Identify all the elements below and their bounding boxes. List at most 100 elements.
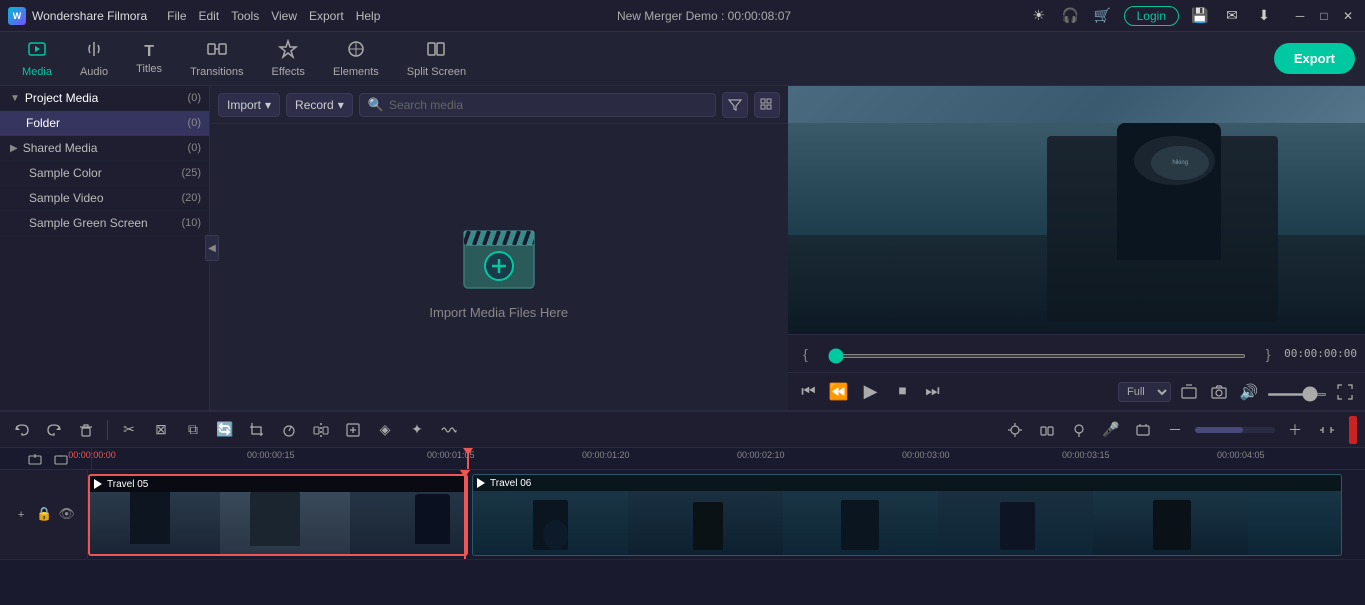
- crop-button[interactable]: [243, 416, 271, 444]
- import-dropdown-icon[interactable]: ▾: [265, 98, 271, 112]
- paste-button[interactable]: ⧉: [179, 416, 207, 444]
- project-media-section[interactable]: ▼ Project Media (0): [0, 86, 209, 111]
- sun-icon[interactable]: ☀: [1028, 5, 1050, 27]
- marker-button[interactable]: [1065, 416, 1093, 444]
- minimize-button[interactable]: ─: [1291, 7, 1309, 25]
- menu-file[interactable]: File: [167, 9, 186, 23]
- folder-item[interactable]: Folder (0): [0, 111, 209, 136]
- clip-label-2: Travel 06: [490, 478, 531, 489]
- fit-timeline-button[interactable]: [1313, 416, 1341, 444]
- add-to-timeline-icon[interactable]: [1177, 380, 1201, 404]
- clip-travel06[interactable]: Travel 06: [472, 474, 1342, 556]
- stop-button[interactable]: ⏹: [890, 379, 916, 405]
- ruler-time-4: 00:00:02:10: [737, 450, 785, 460]
- cart-icon[interactable]: 🛒: [1092, 5, 1114, 27]
- search-input[interactable]: [389, 98, 707, 112]
- download-icon[interactable]: ⬇: [1253, 5, 1275, 27]
- title-bar: W Wondershare Filmora File Edit Tools Vi…: [0, 0, 1365, 32]
- close-button[interactable]: ✕: [1339, 7, 1357, 25]
- edit-toolbar: ✂ ⊠ ⧉ 🔄 ◈ ✦ �: [0, 412, 1365, 448]
- menu-view[interactable]: View: [271, 9, 297, 23]
- playback-slider[interactable]: [828, 347, 1247, 361]
- effect-button[interactable]: ✦: [403, 416, 431, 444]
- skip-to-start-button[interactable]: ⏮: [796, 379, 822, 405]
- zoom-in-button[interactable]: ＋: [1281, 416, 1309, 444]
- ai-tools[interactable]: [1129, 416, 1157, 444]
- menu-export[interactable]: Export: [309, 9, 344, 23]
- menu-edit[interactable]: Edit: [199, 9, 220, 23]
- toolbar-transitions[interactable]: Transitions: [178, 35, 255, 82]
- sample-color-count: (25): [181, 167, 201, 179]
- bracket-close-icon[interactable]: }: [1258, 346, 1278, 362]
- color-button[interactable]: ◈: [371, 416, 399, 444]
- maximize-button[interactable]: □: [1315, 7, 1333, 25]
- transitions-icon: [207, 39, 227, 64]
- clip-travel05[interactable]: Travel 05: [88, 474, 468, 556]
- track-add-button[interactable]: +: [12, 506, 30, 524]
- cut-button[interactable]: ✂: [115, 416, 143, 444]
- splitscreen-label: Split Screen: [407, 66, 466, 78]
- fullscreen-icon[interactable]: [1333, 380, 1357, 404]
- track-content: Travel 05: [88, 470, 1365, 559]
- save-icon[interactable]: 💾: [1189, 5, 1211, 27]
- menu-tools[interactable]: Tools: [231, 9, 259, 23]
- eye-icon[interactable]: 👁: [58, 506, 75, 524]
- zoom-fit-button[interactable]: [339, 416, 367, 444]
- redo-button[interactable]: [40, 416, 68, 444]
- ruler-time-5: 00:00:03:00: [902, 450, 950, 460]
- timeline-ruler: 00:00:00:00 00:00:00:15 00:00:01:05 00:0…: [0, 448, 1365, 470]
- import-media-text: Import Media Files Here: [429, 305, 568, 320]
- audio-edit-button[interactable]: [435, 416, 463, 444]
- step-back-button[interactable]: ⏪: [826, 379, 852, 405]
- toolbar-effects[interactable]: Effects: [260, 35, 317, 82]
- import-button[interactable]: Import ▾: [218, 93, 280, 117]
- login-button[interactable]: Login: [1124, 6, 1179, 26]
- delete-button[interactable]: [72, 416, 100, 444]
- project-media-label: Project Media: [25, 91, 98, 105]
- menu-help[interactable]: Help: [356, 9, 381, 23]
- undo-button[interactable]: [8, 416, 36, 444]
- toolbar-titles[interactable]: T Titles: [124, 39, 174, 79]
- zoom-select[interactable]: Full 50% 25%: [1118, 382, 1171, 402]
- speed-button[interactable]: [275, 416, 303, 444]
- sample-green-section[interactable]: Sample Green Screen (10): [0, 211, 209, 236]
- toolbar-splitscreen[interactable]: Split Screen: [395, 35, 478, 82]
- zoom-out-button[interactable]: －: [1161, 416, 1189, 444]
- bracket-open-icon[interactable]: {: [796, 346, 816, 362]
- collapse-panel-button[interactable]: ◀: [205, 235, 219, 261]
- toolbar-audio[interactable]: Audio: [68, 35, 120, 82]
- volume-slider[interactable]: [1267, 385, 1327, 399]
- grid-view-button[interactable]: [754, 92, 780, 118]
- rotate-button[interactable]: 🔄: [211, 416, 239, 444]
- record-dropdown-icon[interactable]: ▾: [338, 98, 344, 112]
- snap-button[interactable]: [1001, 416, 1029, 444]
- export-button[interactable]: Export: [1274, 43, 1355, 74]
- playback-controls: ⏮ ⏪ ▶ ⏹ ⏭ Full 50% 25% 🔊: [788, 372, 1365, 410]
- transitions-label: Transitions: [190, 66, 243, 78]
- toolbar-elements[interactable]: Elements: [321, 35, 391, 82]
- play-button[interactable]: ▶: [856, 377, 886, 407]
- record-button[interactable]: Record ▾: [286, 93, 353, 117]
- import-label: Import: [227, 98, 261, 112]
- notification-icon[interactable]: ✉: [1221, 5, 1243, 27]
- volume-icon[interactable]: 🔊: [1237, 380, 1261, 404]
- zoom-timeline-slider[interactable]: [1195, 427, 1275, 433]
- snapshot-icon[interactable]: [1207, 380, 1231, 404]
- add-track-button[interactable]: [24, 448, 46, 470]
- sample-color-label: Sample Color: [29, 166, 102, 180]
- lock-icon[interactable]: 🔒: [36, 506, 52, 524]
- headphone-icon[interactable]: 🎧: [1060, 5, 1082, 27]
- voice-button[interactable]: 🎤: [1097, 416, 1125, 444]
- clapper-icon: [454, 215, 544, 295]
- filter-button[interactable]: [722, 92, 748, 118]
- sample-color-section[interactable]: Sample Color (25): [0, 161, 209, 186]
- media-drop-area[interactable]: Import Media Files Here: [210, 124, 788, 410]
- toolbar-media[interactable]: Media: [10, 35, 64, 82]
- shared-media-section[interactable]: ▶ Shared Media (0): [0, 136, 209, 161]
- ripple-button[interactable]: [1033, 416, 1061, 444]
- copy-button[interactable]: ⊠: [147, 416, 175, 444]
- split-button[interactable]: [307, 416, 335, 444]
- skip-forward-button[interactable]: ⏭: [920, 379, 946, 405]
- sample-video-section[interactable]: Sample Video (20): [0, 186, 209, 211]
- window-controls: ─ □ ✕: [1291, 7, 1357, 25]
